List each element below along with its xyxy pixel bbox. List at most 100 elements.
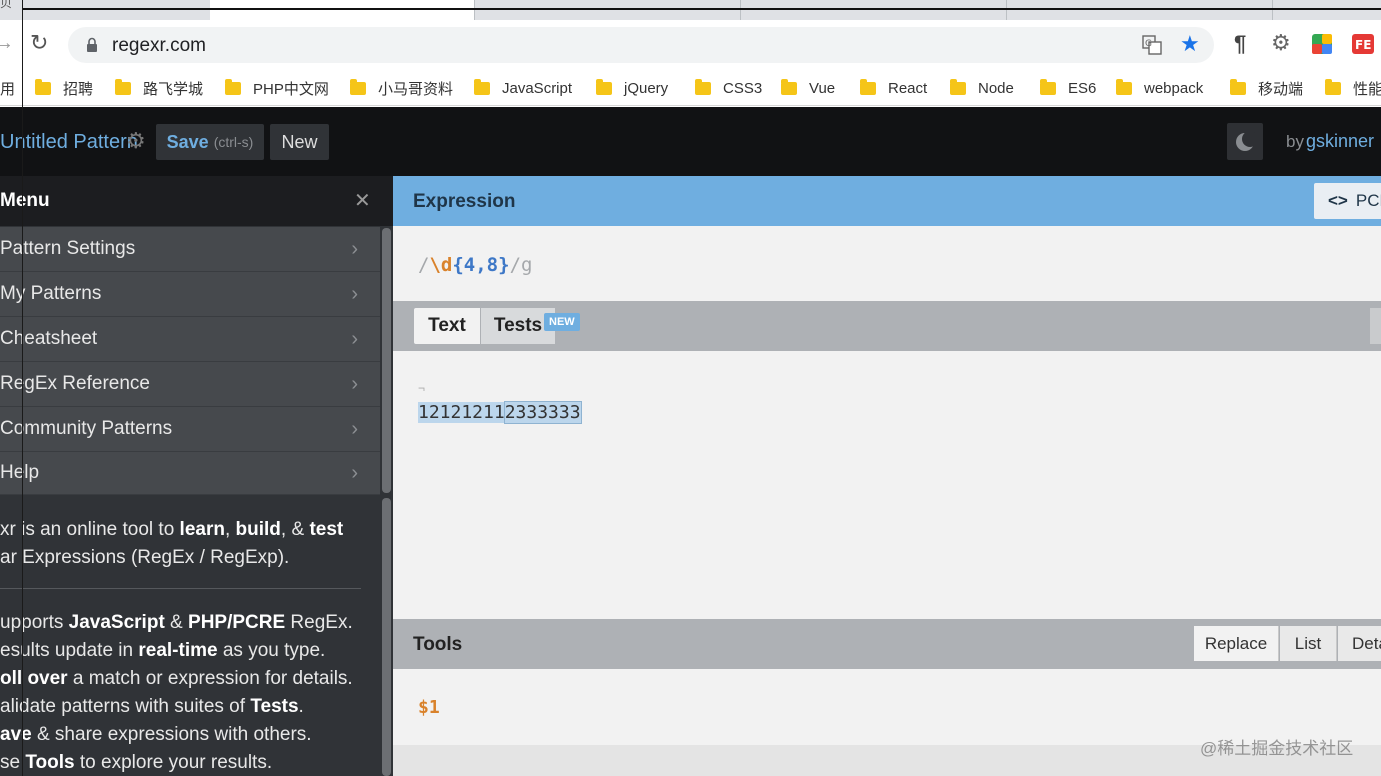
flags-text[interactable]: g <box>521 254 532 276</box>
folder-icon <box>781 78 797 95</box>
menu-item-my-patterns[interactable]: My Patterns › <box>0 272 380 317</box>
bookmark-item[interactable]: 移动端 <box>1230 70 1303 106</box>
window-border-line <box>22 8 1381 10</box>
author-link[interactable]: gskinner <box>1306 131 1374 152</box>
feature-line: ave & share expressions with others. <box>0 724 312 745</box>
star-icon[interactable]: ★ <box>1180 31 1200 57</box>
folder-icon <box>474 78 490 95</box>
chevron-right-icon: › <box>351 282 358 305</box>
panel-control-edge[interactable] <box>1370 308 1381 344</box>
browser-tab[interactable] <box>476 0 741 20</box>
tools-title: Tools <box>413 634 463 655</box>
paragraph-mark: ¬ <box>418 381 426 395</box>
token-digit: \d <box>429 254 453 276</box>
theme-toggle-button[interactable] <box>1227 123 1263 160</box>
bookmark-item[interactable]: CSS3 <box>695 70 762 106</box>
url-text: regexr.com <box>112 35 206 56</box>
save-button[interactable]: Save (ctrl-s) <box>156 124 264 160</box>
bookmark-item[interactable]: React <box>860 70 927 106</box>
address-bar[interactable]: regexr.com G ★ <box>68 27 1214 63</box>
folder-icon <box>596 78 612 95</box>
folder-icon <box>1040 78 1056 95</box>
expression-title: Expression <box>413 191 516 212</box>
test-text[interactable]: 121212112333333 <box>418 401 582 424</box>
gear-icon[interactable]: ⚙ <box>1271 30 1291 56</box>
svg-text:G: G <box>1145 39 1152 49</box>
bookmark-item[interactable]: jQuery <box>596 70 668 106</box>
tool-tab-details[interactable]: Deta <box>1338 626 1381 661</box>
new-badge: NEW <box>544 313 580 331</box>
lock-icon <box>87 37 97 52</box>
menu-divider <box>0 588 361 589</box>
watermark-text: @稀土掘金技术社区 <box>1200 739 1354 758</box>
bookmark-item[interactable]: ES6 <box>1040 70 1096 106</box>
bookmark-item[interactable]: 路飞学城 <box>115 70 203 106</box>
flavor-button[interactable]: <>PCR <box>1314 183 1381 219</box>
feature-line: esults update in real-time as you type. <box>0 640 326 661</box>
test-text-editor[interactable]: ¬ 121212112333333 <box>393 351 1381 619</box>
expression-input[interactable]: /\d{4,8}/g <box>418 254 532 276</box>
folder-icon <box>695 78 711 95</box>
menu-description-line1: xr is an online tool to learn, build, & … <box>0 519 344 540</box>
bookmark-item[interactable]: 招聘 <box>35 70 93 106</box>
browser-tab-active[interactable] <box>210 0 475 20</box>
bookmark-fragment: 用 <box>0 80 16 98</box>
chevron-right-icon: › <box>351 327 358 350</box>
feature-line: oll over a match or expression for detai… <box>0 668 353 689</box>
window-edge-line <box>22 0 23 776</box>
bookmark-item[interactable]: PHP中文网 <box>225 70 329 106</box>
folder-icon <box>115 78 131 95</box>
menu-scrollbar[interactable] <box>382 228 391 493</box>
chevron-right-icon: › <box>351 417 358 440</box>
forward-icon[interactable]: → <box>0 32 14 55</box>
menu-item-regex-reference[interactable]: RegEx Reference › <box>0 362 380 407</box>
pattern-settings-gear-icon[interactable]: ⚙ <box>126 128 146 154</box>
folder-icon <box>1116 78 1132 95</box>
menu-description-line2: ar Expressions (RegEx / RegExp). <box>0 547 290 568</box>
tools-header: Tools Replace List Deta <box>393 619 1381 669</box>
menu-scrollbar-lower[interactable] <box>382 498 391 776</box>
close-icon[interactable]: ✕ <box>354 188 371 213</box>
reload-icon[interactable]: ↻ <box>30 30 48 56</box>
chevron-right-icon: › <box>351 372 358 395</box>
folder-icon <box>35 78 51 95</box>
expression-editor[interactable]: /\d{4,8}/g <box>393 226 1381 301</box>
fe-icon[interactable]: FE <box>1352 34 1374 54</box>
expression-header: Expression <>PCR <box>393 176 1381 226</box>
folder-icon <box>860 78 876 95</box>
bookmark-item[interactable]: 小马哥资料 <box>350 70 453 106</box>
chrome-color-icon[interactable] <box>1312 34 1332 54</box>
tab-text[interactable]: Text <box>414 308 480 344</box>
by-label: by <box>1286 132 1304 151</box>
pattern-title[interactable]: Untitled Pattern <box>0 131 138 154</box>
folder-icon <box>350 78 366 95</box>
paragraph-icon[interactable]: ¶ <box>1234 31 1246 57</box>
tool-tab-replace[interactable]: Replace <box>1194 626 1279 661</box>
menu-item-pattern-settings[interactable]: Pattern Settings › <box>0 227 380 272</box>
feature-line: upports JavaScript & PHP/PCRE RegEx. <box>0 612 353 633</box>
translate-icon[interactable]: G <box>1142 35 1162 55</box>
bookmark-item[interactable]: Vue <box>781 70 835 106</box>
new-button[interactable]: New <box>270 124 329 160</box>
browser-tab-strip: 贝 <box>0 0 1381 20</box>
match-highlight[interactable]: 2333333 <box>503 401 582 424</box>
menu-item-cheatsheet[interactable]: Cheatsheet › <box>0 317 380 362</box>
bookmark-item[interactable]: Node <box>950 70 1014 106</box>
menu-item-community-patterns[interactable]: Community Patterns › <box>0 407 380 452</box>
folder-icon <box>225 78 241 95</box>
folder-icon <box>950 78 966 95</box>
menu-header: Menu ✕ <box>0 176 393 226</box>
feature-line: se Tools to explore your results. <box>0 752 273 773</box>
match-highlight[interactable]: 12121211 <box>418 402 505 423</box>
menu-title: Menu <box>0 190 50 211</box>
browser-tab[interactable] <box>1008 0 1273 20</box>
app-header: Untitled Pattern ⚙ Save (ctrl-s) New by … <box>0 107 1381 176</box>
browser-tab[interactable] <box>742 0 1007 20</box>
menu-item-help[interactable]: Help › <box>0 452 380 495</box>
bookmark-item[interactable]: JavaScript <box>474 70 572 106</box>
tool-tab-list[interactable]: List <box>1280 626 1337 661</box>
replace-input[interactable]: $1 <box>418 697 440 718</box>
bookmark-item[interactable]: 性能 <box>1325 70 1381 106</box>
bookmark-item[interactable]: webpack <box>1116 70 1203 106</box>
svg-text:FE: FE <box>1355 38 1371 52</box>
